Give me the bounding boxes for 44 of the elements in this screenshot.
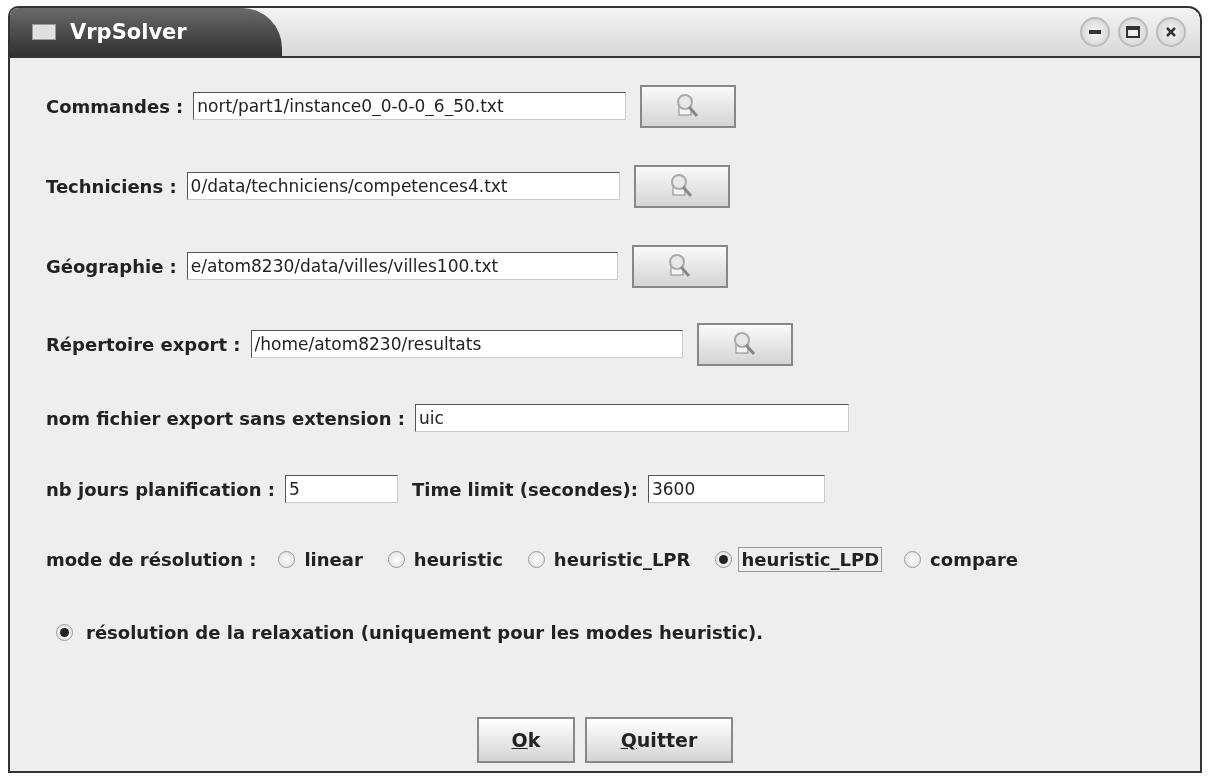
path-field[interactable]: nort/part1/instance0_0-0-0_6_50.txt <box>193 92 627 120</box>
field-label: Time limit (secondes): <box>411 478 638 500</box>
option-label: heuristic_LPR <box>552 547 692 572</box>
minimize-button[interactable] <box>1080 17 1110 47</box>
field-label: Répertoire export : <box>46 333 241 355</box>
path-field[interactable]: 0/data/techniciens/competences4.txt <box>186 172 620 200</box>
radio-button[interactable] <box>56 623 73 641</box>
text-field[interactable]: uic <box>415 404 849 432</box>
close-button[interactable] <box>1156 17 1186 47</box>
field-label: nom fichier export sans extension : <box>46 407 405 429</box>
path-field[interactable]: e/atom8230/data/villes/villes100.txt <box>186 252 618 280</box>
magnifier-icon <box>731 331 758 357</box>
browse-button[interactable] <box>631 244 728 288</box>
radio-button[interactable] <box>715 550 733 568</box>
field-label: mode de résolution : <box>46 548 257 570</box>
window-icon <box>32 24 56 40</box>
browse-button[interactable] <box>640 84 737 128</box>
path-field[interactable]: /home/atom8230/resultats <box>250 330 683 358</box>
radio-button[interactable] <box>278 550 296 568</box>
option-label: heuristic <box>412 547 504 572</box>
radio-button[interactable] <box>904 550 922 568</box>
option-label: linear <box>303 547 364 572</box>
radio-button[interactable] <box>527 550 545 568</box>
browse-button[interactable] <box>633 164 730 208</box>
field-label: Géographie : <box>46 255 177 277</box>
browse-button[interactable] <box>696 322 793 366</box>
magnifier-icon <box>668 173 695 199</box>
maximize-button[interactable] <box>1118 17 1148 47</box>
close-icon <box>1165 26 1177 38</box>
radio-button[interactable] <box>387 550 405 568</box>
field-label: Techniciens : <box>46 175 177 197</box>
option-label: heuristic_LPD <box>738 546 883 572</box>
text-field[interactable]: 3600 <box>648 475 825 503</box>
maximize-icon <box>1126 26 1140 38</box>
magnifier-icon <box>666 253 693 279</box>
field-label: nb jours planification : <box>46 478 275 500</box>
field-label: Commandes : <box>46 95 184 117</box>
minimize-icon <box>1089 30 1101 34</box>
window-title: VrpSolver <box>70 20 187 44</box>
option-label: compare <box>929 547 1019 572</box>
option-label: résolution de la relaxation (uniquement pour les modes heuristic). <box>85 620 765 645</box>
text-field[interactable]: 5 <box>284 475 398 503</box>
dialog-button[interactable]: Quitter <box>585 717 733 763</box>
dialog-button[interactable]: Ok <box>477 717 575 763</box>
